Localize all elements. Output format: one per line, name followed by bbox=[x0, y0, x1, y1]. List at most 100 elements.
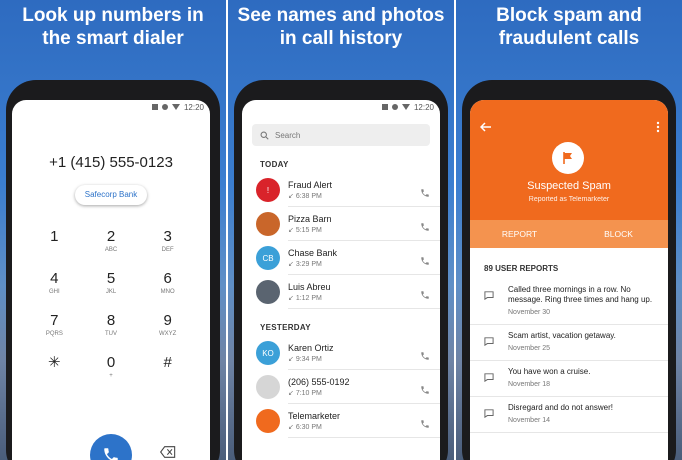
call-info: Karen Ortiz ↙ 9:34 PM bbox=[288, 336, 440, 370]
keypad-key[interactable]: 6 MNO bbox=[139, 270, 196, 296]
avatar bbox=[256, 280, 280, 304]
avatar: CB bbox=[256, 246, 280, 270]
key-letters bbox=[26, 246, 83, 254]
more-options-icon[interactable] bbox=[656, 121, 660, 133]
search-placeholder: Search bbox=[275, 130, 301, 140]
keypad-key[interactable]: 4 GHI bbox=[26, 270, 83, 296]
call-history-row[interactable]: Luis Abreu ↙ 1:12 PM bbox=[242, 275, 440, 309]
spam-flag-badge bbox=[552, 142, 584, 174]
key-letters: MNO bbox=[160, 289, 175, 295]
call-direction-icon: ↙ bbox=[288, 389, 296, 397]
call-back-icon[interactable] bbox=[420, 382, 430, 394]
call-direction-icon: ↙ bbox=[288, 260, 296, 268]
call-time: ↙ 6:30 PM bbox=[288, 423, 440, 431]
call-back-icon[interactable] bbox=[420, 219, 430, 231]
report-date: November 18 bbox=[508, 381, 551, 388]
call-time: ↙ 6:38 PM bbox=[288, 192, 440, 200]
spam-caption: Block spam and fraudulent calls bbox=[496, 5, 642, 49]
call-time: ↙ 1:12 PM bbox=[288, 294, 440, 302]
call-direction-icon: ↙ bbox=[288, 355, 296, 363]
square-icon bbox=[381, 104, 388, 110]
keypad-key[interactable]: 9 WXYZ bbox=[139, 312, 196, 338]
report-text: You have won a cruise. bbox=[508, 367, 591, 376]
caller-name: Pizza Barn bbox=[288, 213, 332, 224]
keypad-key[interactable]: 1 bbox=[26, 228, 83, 254]
status-bar: 12:20 bbox=[12, 100, 210, 114]
circle-icon bbox=[161, 104, 168, 110]
search-icon bbox=[260, 131, 269, 140]
call-info: Luis Abreu ↙ 1:12 PM bbox=[288, 275, 440, 309]
key-digit: 4 bbox=[50, 270, 59, 287]
caller-name: Fraud Alert bbox=[288, 179, 333, 190]
key-letters: PQRS bbox=[45, 331, 63, 337]
caller-name: Chase Bank bbox=[288, 247, 338, 258]
history-panel: See names and photos in call history 12:… bbox=[228, 0, 454, 460]
call-time-text: 7:10 PM bbox=[295, 389, 322, 397]
report-text: Disregard and do not answer! bbox=[508, 403, 613, 412]
comment-icon bbox=[484, 369, 494, 383]
report-date: November 14 bbox=[508, 417, 551, 424]
call-history-row[interactable]: (206) 555-0192 ↙ 7:10 PM bbox=[242, 370, 440, 404]
comment-icon bbox=[484, 405, 494, 419]
keypad-key[interactable]: 2 ABC bbox=[83, 228, 140, 254]
keypad-key[interactable]: ✳ bbox=[26, 354, 83, 380]
report-text: Called three mornings in a row. No messa… bbox=[508, 285, 653, 304]
user-report: Called three mornings in a row. No messa… bbox=[470, 279, 668, 325]
avatar bbox=[256, 212, 280, 236]
caller-name: Telemarketer bbox=[288, 410, 341, 421]
call-history-row[interactable]: ! Fraud Alert ↙ 6:38 PM bbox=[242, 173, 440, 207]
key-digit: 8 bbox=[106, 312, 116, 329]
keypad-key[interactable]: 0 + bbox=[83, 354, 140, 380]
call-back-icon[interactable] bbox=[420, 287, 430, 299]
key-digit: 9 bbox=[163, 312, 172, 329]
key-digit: 6 bbox=[163, 270, 172, 287]
call-time: ↙ 7:10 PM bbox=[288, 389, 440, 397]
dialer-screen: 12:20 +1 (415) 555-0123 Safecorp Bank 1 2… bbox=[12, 100, 210, 460]
spam-actions: REPORT BLOCK bbox=[470, 220, 668, 248]
backspace-icon[interactable] bbox=[160, 446, 176, 458]
call-info: (206) 555-0192 ↙ 7:10 PM bbox=[288, 370, 440, 404]
keypad-key[interactable]: # bbox=[139, 354, 196, 380]
user-report: Disregard and do not answer! November 14 bbox=[470, 397, 668, 433]
caller-name: Karen Ortiz bbox=[288, 342, 334, 353]
key-digit: 0 bbox=[106, 354, 116, 371]
call-history-row[interactable]: Pizza Barn ↙ 5:15 PM bbox=[242, 207, 440, 241]
key-letters: DEF bbox=[161, 247, 174, 253]
keypad-key[interactable]: 7 PQRS bbox=[26, 312, 83, 338]
call-back-icon[interactable] bbox=[420, 185, 430, 197]
back-arrow-icon[interactable] bbox=[480, 122, 492, 132]
contact-match-chip[interactable]: Safecorp Bank bbox=[75, 185, 147, 205]
call-history-row[interactable]: CB Chase Bank ↙ 3:29 PM bbox=[242, 241, 440, 275]
history-section-title: TODAY bbox=[260, 160, 289, 169]
key-letters: WXYZ bbox=[158, 331, 177, 337]
call-history-row[interactable]: Telemarketer ↙ 6:30 PM bbox=[242, 404, 440, 438]
call-button[interactable] bbox=[90, 434, 132, 460]
search-input[interactable]: Search bbox=[252, 124, 430, 146]
call-info: Fraud Alert ↙ 6:38 PM bbox=[288, 173, 440, 207]
key-letters bbox=[139, 372, 196, 380]
key-digit: 5 bbox=[106, 270, 116, 287]
avatar bbox=[256, 375, 280, 399]
key-letters: + bbox=[109, 373, 113, 379]
keypad-key[interactable]: 3 DEF bbox=[139, 228, 196, 254]
call-back-icon[interactable] bbox=[420, 348, 430, 360]
report-body: Called three mornings in a row. No messa… bbox=[494, 285, 658, 318]
call-time-text: 3:29 PM bbox=[295, 260, 322, 268]
spam-panel: Block spam and fraudulent calls Suspecte… bbox=[456, 0, 682, 460]
report-button[interactable]: REPORT bbox=[470, 220, 569, 248]
call-time: ↙ 5:15 PM bbox=[288, 226, 440, 234]
keypad-key[interactable]: 8 TUV bbox=[83, 312, 140, 338]
keypad-key[interactable]: 5 JKL bbox=[83, 270, 140, 296]
call-direction-icon: ↙ bbox=[288, 192, 296, 200]
history-screen: 12:20 Search TODAY! Fraud Alert ↙ 6:38 PM P… bbox=[242, 100, 440, 460]
caller-name: (206) 555-0192 bbox=[288, 376, 350, 387]
block-button[interactable]: BLOCK bbox=[569, 220, 668, 248]
spam-title: Suspected Spam bbox=[527, 180, 611, 192]
call-back-icon[interactable] bbox=[420, 253, 430, 265]
call-history-row[interactable]: KO Karen Ortiz ↙ 9:34 PM bbox=[242, 336, 440, 370]
call-info: Telemarketer ↙ 6:30 PM bbox=[288, 404, 440, 438]
call-back-icon[interactable] bbox=[420, 416, 430, 428]
call-time-text: 5:15 PM bbox=[295, 226, 322, 234]
call-direction-icon: ↙ bbox=[288, 294, 296, 302]
call-info: Pizza Barn ↙ 5:15 PM bbox=[288, 207, 440, 241]
